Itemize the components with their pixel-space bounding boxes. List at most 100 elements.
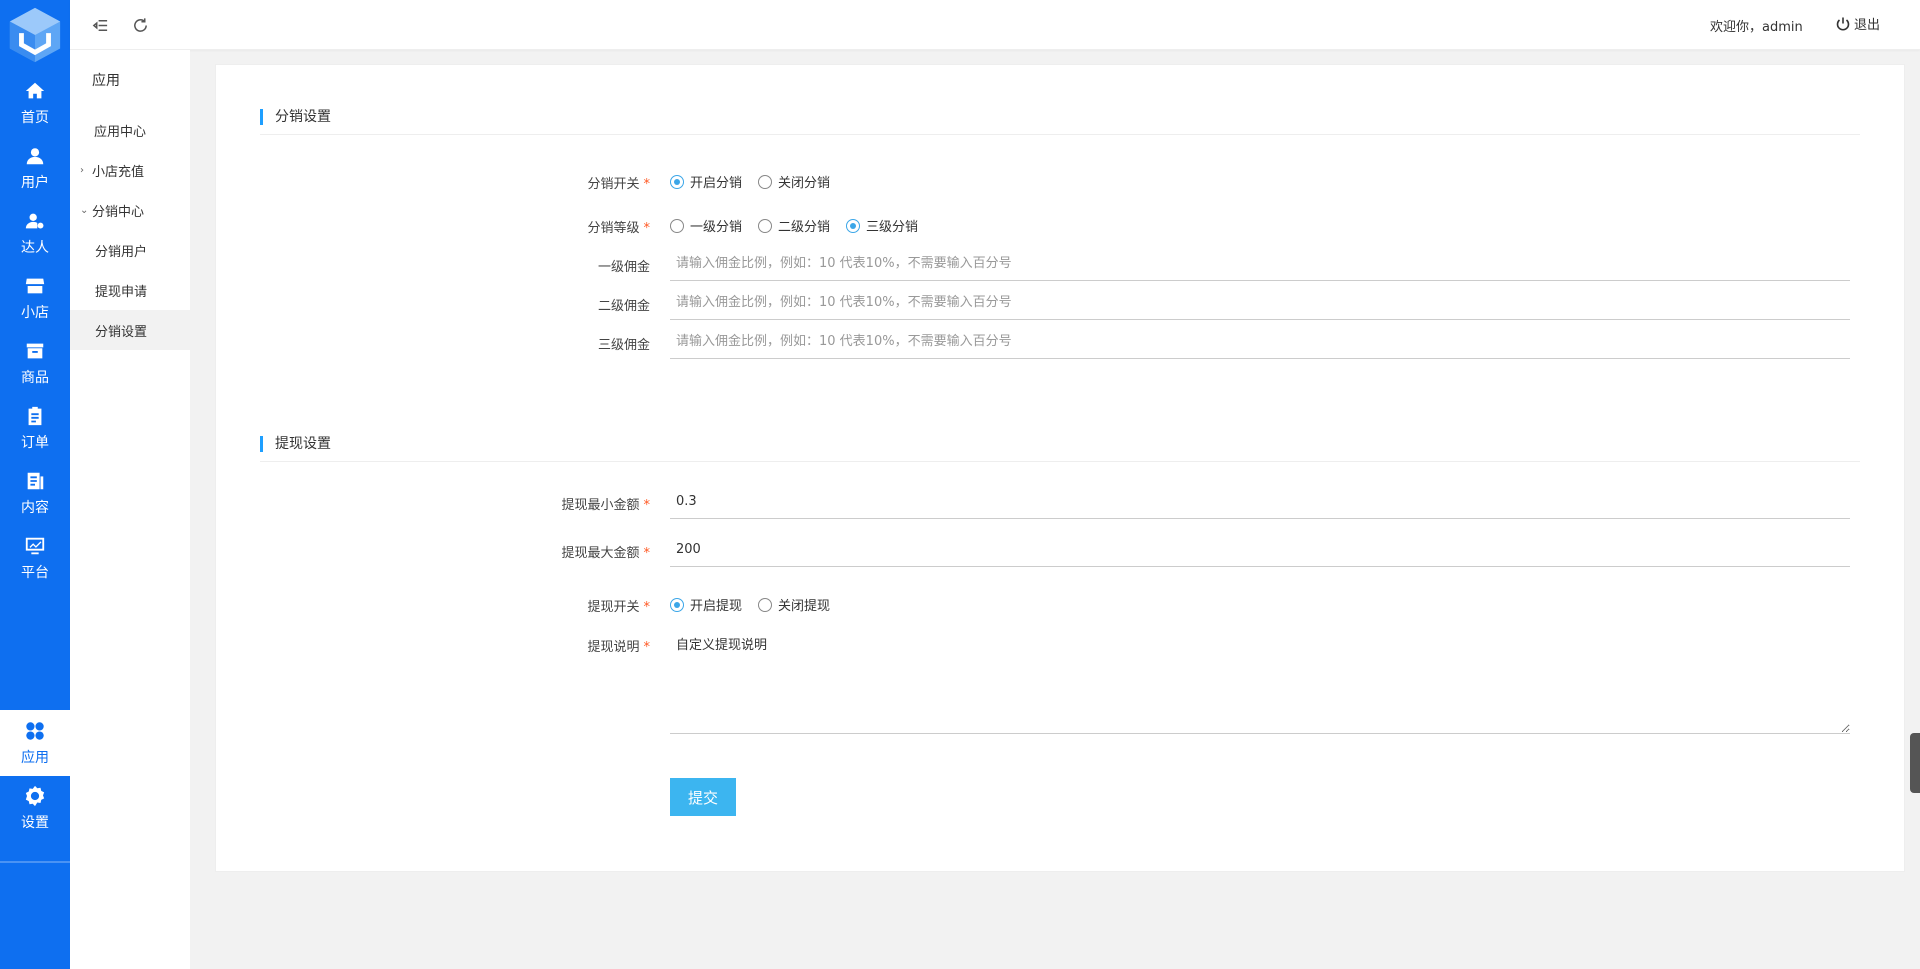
logout-button[interactable]: 退出 (1835, 14, 1880, 33)
radio-level-2[interactable]: 二级分销 (758, 216, 830, 235)
withdraw-desc-row: 提现说明 * 自定义提现说明 (216, 628, 1906, 738)
sidebar-item-label: 用户 (21, 174, 49, 191)
refresh-button[interactable] (129, 14, 151, 36)
field-label: 提现开关 * (587, 600, 650, 615)
sidebar-item-label: 设置 (21, 814, 49, 831)
field-label: 提现最大金额 * (561, 546, 650, 561)
submenu-item-distribution-users[interactable]: 分销用户 (70, 230, 190, 270)
sidebar-item-label: 平台 (21, 564, 49, 581)
sidebar-item-user[interactable]: 用户 (0, 135, 70, 201)
sidebar-item-content[interactable]: 内容 (0, 460, 70, 526)
submenu-item-label: 应用中心 (94, 124, 147, 140)
welcome-text: 欢迎你，admin (1710, 20, 1803, 35)
radio-disable-withdraw[interactable]: 关闭提现 (758, 595, 830, 614)
submenu-item-label: 分销设置 (95, 324, 148, 340)
sidebar-item-label: 内容 (21, 499, 49, 516)
home-icon (24, 80, 46, 102)
field-label: 提现最小金额 * (561, 498, 650, 513)
commission3-input[interactable] (670, 325, 1850, 359)
topbar: 欢迎你，admin 退出 (70, 0, 1920, 50)
commission2-row: 二级佣金 (216, 286, 1906, 320)
distribution-level-group: 一级分销 二级分销 三级分销 (670, 216, 934, 235)
distribution-switch-group: 开启分销 关闭分销 (670, 172, 846, 191)
product-box-icon (24, 340, 46, 362)
withdraw-max-input[interactable] (670, 533, 1850, 567)
document-icon (24, 470, 46, 492)
field-label: 提现说明 * (587, 640, 650, 655)
submenu-item-label: 提现申请 (95, 284, 148, 300)
submenu-item-label: 分销用户 (95, 244, 148, 260)
sidebar-item-order[interactable]: 订单 (0, 395, 70, 461)
sidebar-item-label: 应用 (21, 749, 49, 766)
submenu-title: 应用 (92, 73, 120, 89)
commission1-input[interactable] (670, 247, 1850, 281)
commission3-row: 三级佣金 (216, 325, 1906, 359)
commission2-input[interactable] (670, 286, 1850, 320)
logo-cube-icon (9, 7, 61, 63)
monitor-chart-icon (24, 535, 46, 557)
withdraw-switch-row: 提现开关 * 开启提现 关闭提现 (216, 587, 1906, 621)
withdraw-desc-textarea[interactable]: 自定义提现说明 (670, 628, 1850, 734)
radio-enable-distribution[interactable]: 开启分销 (670, 172, 742, 191)
radio-dot[interactable] (758, 218, 773, 233)
sidebar-item-home[interactable]: 首页 (0, 70, 70, 136)
sidebar-item-settings[interactable]: 设置 (0, 775, 70, 841)
submenu-item-app-center[interactable]: 应用中心 (70, 110, 190, 150)
store-icon (24, 275, 46, 297)
radio-dot[interactable] (846, 218, 861, 233)
submenu-item-label: 小店充值 (92, 164, 145, 180)
withdraw-min-row: 提现最小金额 * (216, 485, 1906, 519)
app-submenu: 应用 应用中心 › 小店充值 ⌄ 分销中心 分销用户 提现申请 分销设置 (70, 50, 190, 969)
sidebar-item-label: 达人 (21, 239, 49, 256)
withdraw-min-input[interactable] (670, 485, 1850, 519)
apps-grid-icon (24, 720, 46, 742)
radio-disable-distribution[interactable]: 关闭分销 (758, 172, 830, 191)
radio-dot[interactable] (670, 597, 684, 612)
sidebar-item-expert[interactable]: 达人 (0, 200, 70, 266)
submit-button[interactable]: 提交 (670, 778, 736, 816)
radio-dot[interactable] (758, 597, 773, 612)
radio-dot[interactable] (670, 174, 684, 189)
submenu-item-label: 分销中心 (92, 204, 145, 220)
main-sidebar: 首页 用户 达人 小店 商品 订单 内容 平台 应用 设置 (0, 0, 70, 969)
submenu-item-distribution-center[interactable]: ⌄ 分销中心 (70, 190, 190, 230)
sidebar-divider (0, 861, 70, 863)
field-label: 二级佣金 (597, 299, 650, 314)
sidebar-item-label: 订单 (21, 434, 49, 451)
radio-enable-withdraw[interactable]: 开启提现 (670, 595, 742, 614)
refresh-icon (133, 17, 147, 32)
sidebar-item-apps[interactable]: 应用 (0, 710, 70, 776)
chevron-down-icon: ⌄ (80, 204, 89, 216)
sidebar-item-label: 首页 (21, 109, 49, 126)
withdraw-switch-group: 开启提现 关闭提现 (670, 595, 846, 614)
field-label: 一级佣金 (597, 260, 650, 275)
field-label: 分销等级 * (587, 221, 650, 236)
menu-collapse-icon (92, 19, 107, 31)
sidebar-item-product[interactable]: 商品 (0, 330, 70, 396)
withdraw-max-row: 提现最大金额 * (216, 533, 1906, 567)
section-title: 分销设置 (260, 109, 331, 125)
collapse-menu-button[interactable] (89, 14, 111, 36)
distribution-switch-row: 分销开关 * 开启分销 关闭分销 (216, 164, 1906, 198)
radio-dot[interactable] (758, 174, 773, 189)
clipboard-icon (24, 405, 46, 427)
expert-icon (24, 210, 46, 232)
withdraw-section-header: 提现设置 (260, 436, 1860, 462)
chevron-right-icon: › (80, 164, 84, 176)
user-icon (24, 145, 46, 167)
edge-scroll-handle[interactable] (1910, 733, 1920, 793)
field-label: 三级佣金 (597, 338, 650, 353)
submenu-item-distribution-settings[interactable]: 分销设置 (70, 310, 190, 350)
distribution-section-header: 分销设置 (260, 109, 1860, 135)
commission1-row: 一级佣金 (216, 247, 1906, 281)
radio-dot[interactable] (670, 218, 684, 233)
sidebar-item-store[interactable]: 小店 (0, 265, 70, 331)
logo (0, 0, 70, 70)
submenu-item-withdraw-requests[interactable]: 提现申请 (70, 270, 190, 310)
sidebar-item-label: 小店 (21, 304, 49, 321)
submenu-item-store-recharge[interactable]: › 小店充值 (70, 150, 190, 190)
sidebar-item-platform[interactable]: 平台 (0, 525, 70, 591)
gear-icon (24, 785, 46, 807)
radio-level-1[interactable]: 一级分销 (670, 216, 742, 235)
radio-level-3[interactable]: 三级分销 (846, 216, 918, 235)
